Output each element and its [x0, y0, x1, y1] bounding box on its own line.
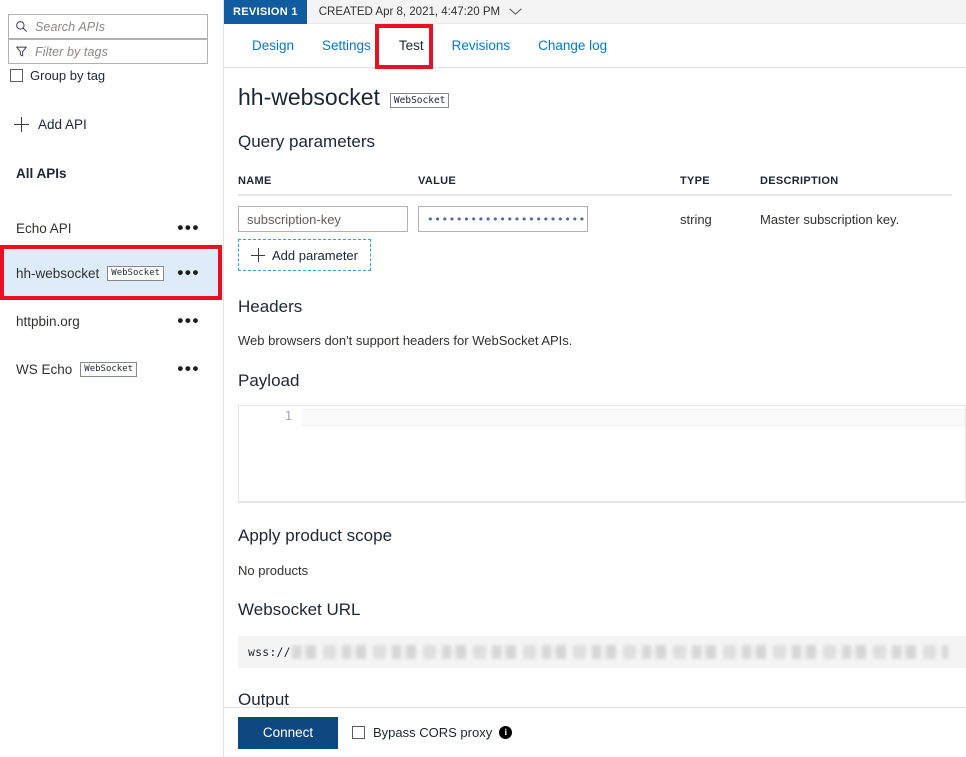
table-header-row: NAME VALUE TYPE DESCRIPTION: [238, 175, 952, 196]
revision-created-label: CREATED Apr 8, 2021, 4:47:20 PM: [319, 6, 500, 18]
column-header-value: VALUE: [418, 175, 680, 187]
headers-note: Web browsers don't support headers for W…: [238, 333, 966, 348]
param-value-cell: ••••••••••••••••••••••: [418, 206, 680, 232]
sidebar-item-ws-echo[interactable]: WS Echo WebSocket •••: [0, 346, 224, 392]
column-header-type: TYPE: [680, 175, 760, 187]
add-api-label: Add API: [38, 117, 87, 132]
websocket-url-scheme: wss://: [248, 645, 291, 659]
chevron-down-icon[interactable]: [508, 7, 523, 16]
api-management-test-console: Search APIs Filter by tags Group by tag …: [0, 0, 966, 757]
bypass-cors-proxy-label: Bypass CORS proxy: [373, 725, 492, 740]
sidebar-item-label: WS Echo: [16, 362, 72, 377]
group-by-tag-box[interactable]: [10, 69, 23, 82]
websocket-badge: WebSocket: [80, 362, 137, 377]
action-footer: Connect Bypass CORS proxy i: [224, 707, 966, 757]
sidebar-item-label: Echo API: [16, 221, 72, 236]
row-overflow-menu-echo-api[interactable]: •••: [177, 224, 200, 232]
tab-design[interactable]: Design: [238, 24, 308, 68]
websocket-url-redacted: [292, 645, 948, 659]
websocket-url-field[interactable]: wss://: [238, 636, 966, 668]
payload-line-number: 1: [239, 406, 301, 501]
search-placeholder: Search APIs: [35, 20, 105, 34]
payload-editor[interactable]: 1: [238, 405, 966, 503]
param-type-cell: string: [680, 212, 760, 227]
sidebar-item-hh-websocket[interactable]: hh-websocket WebSocket •••: [0, 250, 224, 296]
tab-settings[interactable]: Settings: [308, 24, 385, 68]
revision-badge: REVISION 1: [224, 0, 307, 24]
param-value-input[interactable]: ••••••••••••••••••••••: [418, 206, 588, 232]
tab-bar: Design Settings Test Revisions Change lo…: [224, 24, 966, 68]
group-by-tag-label: Group by tag: [30, 68, 105, 83]
websocket-url-heading: Websocket URL: [238, 600, 966, 620]
bypass-cors-proxy-checkbox[interactable]: Bypass CORS proxy i: [352, 725, 512, 740]
apply-product-scope-heading: Apply product scope: [238, 526, 966, 546]
filter-by-tags-input[interactable]: Filter by tags: [8, 39, 208, 64]
headers-heading: Headers: [238, 297, 966, 317]
payload-active-line[interactable]: [301, 409, 965, 426]
revision-bar: REVISION 1 CREATED Apr 8, 2021, 4:47:20 …: [224, 0, 966, 24]
query-parameters-table: NAME VALUE TYPE DESCRIPTION subscription…: [238, 175, 952, 232]
add-parameter-label: Add parameter: [272, 248, 358, 263]
sidebar-item-label: httpbin.org: [16, 314, 80, 329]
query-parameters-heading: Query parameters: [238, 132, 966, 152]
sidebar-item-httpbin-org[interactable]: httpbin.org •••: [0, 298, 224, 344]
plus-icon: [14, 117, 29, 132]
search-input[interactable]: Search APIs: [8, 14, 208, 39]
filter-placeholder: Filter by tags: [35, 45, 108, 59]
payload-heading: Payload: [238, 371, 966, 391]
search-icon: [15, 20, 28, 33]
row-overflow-menu-httpbin-org[interactable]: •••: [177, 317, 200, 325]
revision-created[interactable]: CREATED Apr 8, 2021, 4:47:20 PM: [319, 6, 523, 18]
plus-icon: [251, 248, 265, 262]
tab-change-log[interactable]: Change log: [524, 24, 621, 68]
param-description-cell: Master subscription key.: [760, 212, 952, 227]
connect-button[interactable]: Connect: [238, 717, 338, 749]
tab-revisions[interactable]: Revisions: [438, 24, 525, 68]
filter-icon: [15, 45, 28, 58]
masked-value: ••••••••••••••••••••••: [427, 213, 586, 226]
tab-test[interactable]: Test: [385, 24, 438, 68]
all-apis-heading: All APIs: [16, 166, 67, 181]
page-title-text: hh-websocket: [238, 84, 380, 111]
param-name-cell: subscription-key: [238, 206, 418, 232]
page-title: hh-websocket WebSocket: [238, 68, 966, 111]
column-header-description: DESCRIPTION: [760, 175, 952, 187]
row-overflow-menu-ws-echo[interactable]: •••: [177, 365, 200, 373]
group-by-tag-checkbox[interactable]: Group by tag: [10, 68, 105, 83]
column-header-name: NAME: [238, 175, 418, 187]
add-api-button[interactable]: Add API: [14, 117, 87, 132]
main-panel: REVISION 1 CREATED Apr 8, 2021, 4:47:20 …: [224, 0, 966, 757]
add-parameter-button[interactable]: Add parameter: [238, 239, 371, 271]
test-console-content: hh-websocket WebSocket Query parameters …: [224, 68, 966, 757]
sidebar-item-echo-api[interactable]: Echo API •••: [0, 205, 224, 251]
websocket-badge: WebSocket: [107, 266, 164, 281]
sidebar-item-label: hh-websocket: [16, 266, 99, 281]
param-name-input[interactable]: subscription-key: [238, 206, 408, 232]
page-title-websocket-badge: WebSocket: [390, 93, 449, 108]
bypass-cors-proxy-box[interactable]: [352, 726, 365, 739]
info-icon[interactable]: i: [499, 726, 512, 739]
no-products-note: No products: [238, 563, 966, 578]
table-row: subscription-key •••••••••••••••••••••• …: [238, 196, 952, 232]
row-overflow-menu-hh-websocket[interactable]: •••: [177, 269, 200, 277]
api-sidebar: Search APIs Filter by tags Group by tag …: [0, 0, 224, 757]
